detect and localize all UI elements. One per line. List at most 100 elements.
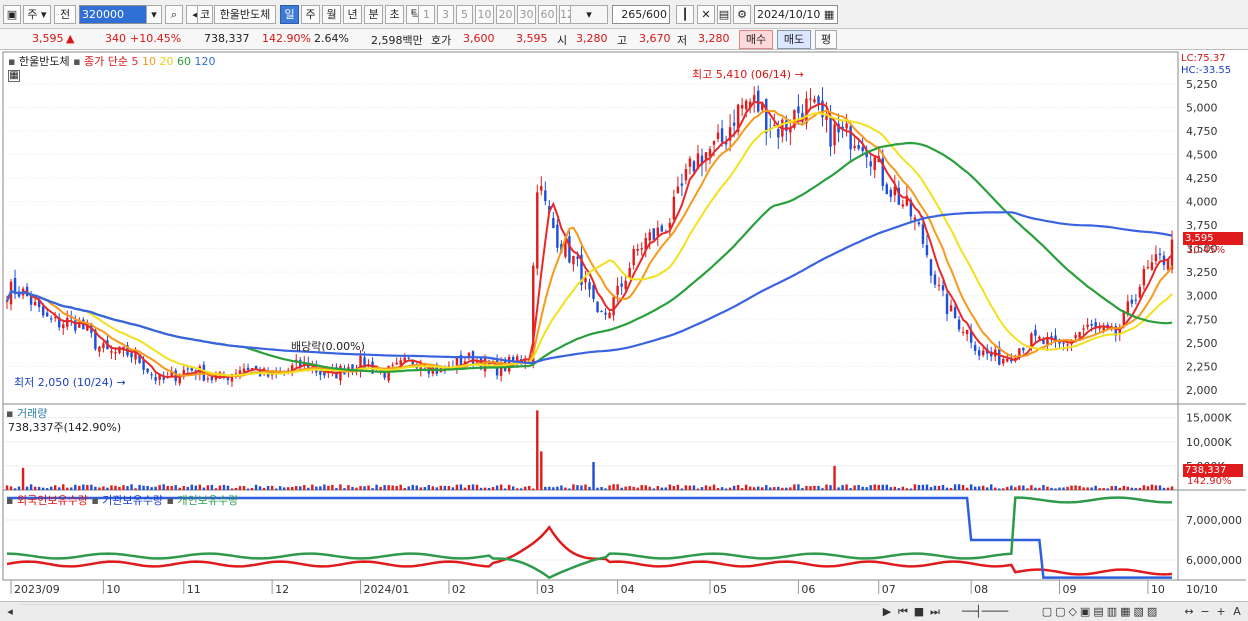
buy-button[interactable]: 매수: [739, 30, 773, 49]
eval-button[interactable]: 평: [815, 30, 837, 49]
volume-bar: [837, 487, 840, 490]
period-type-select[interactable]: 주 ▾: [23, 5, 51, 24]
open-price: 3,280: [576, 32, 608, 45]
dropdown-icon[interactable]: ▾: [146, 5, 162, 24]
prev-button[interactable]: 전: [54, 5, 76, 24]
volume-bar: [395, 486, 398, 490]
candle-body: [1082, 328, 1085, 330]
stock-code-input[interactable]: 320000: [79, 5, 147, 24]
candle-body: [620, 283, 623, 287]
candle-body: [319, 371, 322, 375]
minute-option-3[interactable]: 3: [437, 5, 454, 24]
candle-body: [1158, 253, 1162, 256]
volume-bar: [182, 486, 185, 490]
volume-bar: [29, 484, 33, 490]
volume-bar: [487, 487, 491, 490]
option-select[interactable]: ▾: [570, 5, 608, 24]
tool-icons[interactable]: ▢▢◇▣▤▥▦▧▨: [1026, 604, 1176, 619]
volume-bar: [656, 485, 660, 490]
minute-option-20[interactable]: 20: [496, 5, 515, 24]
count-value: 265: [621, 8, 643, 21]
date-input[interactable]: 2024/10/10 ▦: [754, 5, 838, 24]
minute-option-60[interactable]: 60: [538, 5, 557, 24]
stock-name[interactable]: 한울반도체: [214, 5, 276, 24]
volume-bar: [70, 487, 73, 490]
candle-body: [937, 284, 941, 286]
search-icon[interactable]: ⌕: [165, 5, 183, 24]
stock-chart[interactable]: 2,0002,2502,5002,7503,0003,2503,5003,750…: [0, 50, 1248, 601]
minute-option-1[interactable]: 1: [418, 5, 435, 24]
minute-option-5[interactable]: 5: [456, 5, 473, 24]
volume-bar: [652, 488, 655, 490]
volume-bar: [576, 485, 579, 490]
checkbox-icon[interactable]: ▪: [91, 494, 98, 507]
high-note: 최고 5,410 (06/14) →: [692, 68, 804, 81]
checkbox-icon[interactable]: ▪: [6, 494, 13, 507]
volume-bar: [347, 485, 350, 490]
interval-tab-0[interactable]: 일: [280, 5, 299, 24]
candle-body: [33, 301, 37, 306]
table-icon[interactable]: ▦: [8, 70, 20, 82]
minute-option-30[interactable]: 30: [517, 5, 536, 24]
play-icon[interactable]: ▶: [880, 604, 894, 619]
volume-bar: [1158, 485, 1162, 490]
minute-option-10[interactable]: 10: [475, 5, 494, 24]
interval-tab-4[interactable]: 분: [364, 5, 383, 24]
volume-bar: [351, 486, 354, 490]
minus-icon[interactable]: −: [1198, 604, 1212, 619]
rewind-icon[interactable]: ⏮: [896, 604, 910, 619]
volume-bar: [913, 484, 917, 490]
volume-bar: [503, 488, 507, 490]
volume-bar: [158, 485, 161, 490]
date-tick-label: 2023/09: [14, 583, 60, 596]
volume-bar: [170, 485, 173, 490]
candle-icon[interactable]: ┃: [676, 5, 694, 24]
volume-bar: [423, 487, 427, 490]
volume-bar: [1030, 485, 1033, 490]
volume-bar: [544, 486, 547, 490]
price-tick-label: 4,500: [1186, 148, 1218, 161]
plus-icon[interactable]: +: [1214, 604, 1228, 619]
volume-bar: [1038, 487, 1041, 490]
checkbox-icon[interactable]: ▪: [73, 55, 80, 68]
zoom-slider[interactable]: ──┤────: [950, 604, 1020, 619]
checkbox-icon[interactable]: ▪: [8, 55, 15, 68]
stop-icon[interactable]: ■: [912, 604, 926, 619]
interval-tab-5[interactable]: 초: [385, 5, 404, 24]
layout-icon[interactable]: ▣: [3, 5, 21, 24]
count-input[interactable]: 265/600: [612, 5, 670, 24]
font-size-icon[interactable]: A: [1230, 604, 1244, 619]
volume-bar: [307, 487, 310, 490]
candle-body: [857, 145, 860, 149]
code-label[interactable]: 코: [197, 5, 213, 24]
volume-bar: [596, 487, 599, 490]
interval-tab-2[interactable]: 월: [322, 5, 341, 24]
volume-bar: [475, 484, 479, 490]
calendar-icon[interactable]: ▦: [824, 8, 834, 21]
volume-bar: [660, 487, 664, 490]
volume-bar: [499, 484, 503, 490]
price-tick-label: 2,000: [1186, 384, 1218, 397]
checkbox-icon[interactable]: ▪: [167, 494, 174, 507]
candle-body: [873, 157, 876, 170]
volume-bar: [491, 487, 495, 490]
cross-icon[interactable]: ✕: [697, 5, 715, 24]
gear-icon[interactable]: ⚙: [733, 5, 751, 24]
volume-bar: [295, 486, 298, 490]
scroll-left-icon[interactable]: ◂: [4, 604, 16, 619]
interval-tab-1[interactable]: 주: [301, 5, 320, 24]
candle-body: [604, 312, 607, 315]
candle-body: [130, 352, 133, 358]
forward-icon[interactable]: ⏭: [928, 604, 942, 619]
volume-bar: [379, 486, 382, 490]
resize-icon[interactable]: ↔: [1182, 604, 1196, 619]
volume-bar: [716, 487, 720, 490]
volume-bar: [680, 488, 684, 490]
horizontal-scrollbar[interactable]: [20, 604, 880, 619]
sell-button[interactable]: 매도: [777, 30, 811, 49]
interval-tab-3[interactable]: 년: [343, 5, 362, 24]
volume-bar: [817, 485, 820, 490]
price-tag: 3,595: [1183, 232, 1243, 245]
volume-bar: [383, 485, 386, 490]
save-icon[interactable]: ▤: [717, 5, 731, 24]
